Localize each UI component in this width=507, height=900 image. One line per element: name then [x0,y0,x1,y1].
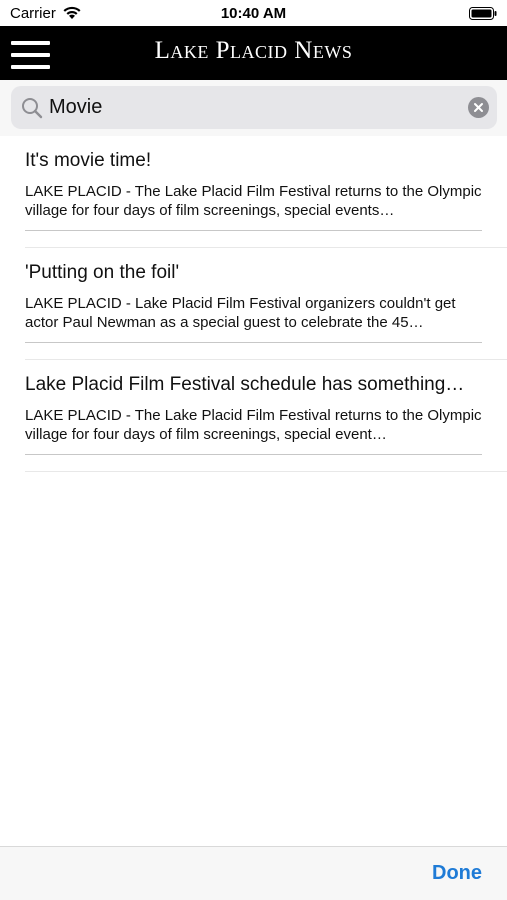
search-bar[interactable] [11,86,497,129]
menu-line-icon [11,41,50,45]
bottom-toolbar: Done [0,846,507,900]
menu-line-icon [11,65,50,69]
result-item[interactable]: 'Putting on the foil' LAKE PLACID - Lake… [25,248,507,360]
divider [25,230,482,231]
result-title: 'Putting on the foil' [25,262,180,283]
status-time: 10:40 AM [220,5,287,22]
divider [25,454,482,455]
done-button[interactable]: Done [432,862,482,885]
menu-line-icon [11,53,50,57]
result-snippet: LAKE PLACID - The Lake Placid Film Festi… [25,183,482,219]
search-results-list: It's movie time! LAKE PLACID - The Lake … [0,136,507,472]
result-item[interactable]: Lake Placid Film Festival schedule has s… [25,360,507,472]
result-title: Lake Placid Film Festival schedule has s… [25,374,465,395]
result-snippet: LAKE PLACID - Lake Placid Film Festival … [25,295,456,331]
battery-icon [469,7,497,20]
app-title: Lake Placid News [154,37,353,64]
search-input[interactable] [49,86,459,129]
search-icon [22,98,43,119]
status-bar: Carrier 10:40 AM [0,0,507,26]
result-item[interactable]: It's movie time! LAKE PLACID - The Lake … [25,136,507,248]
hamburger-menu-icon[interactable] [11,41,50,69]
result-title: It's movie time! [25,150,152,171]
divider [25,342,482,343]
result-snippet: LAKE PLACID - The Lake Placid Film Festi… [25,407,482,443]
search-area [0,80,507,136]
close-icon [474,103,483,112]
app-header: Lake Placid News [0,26,507,80]
clear-search-icon[interactable] [468,97,489,118]
